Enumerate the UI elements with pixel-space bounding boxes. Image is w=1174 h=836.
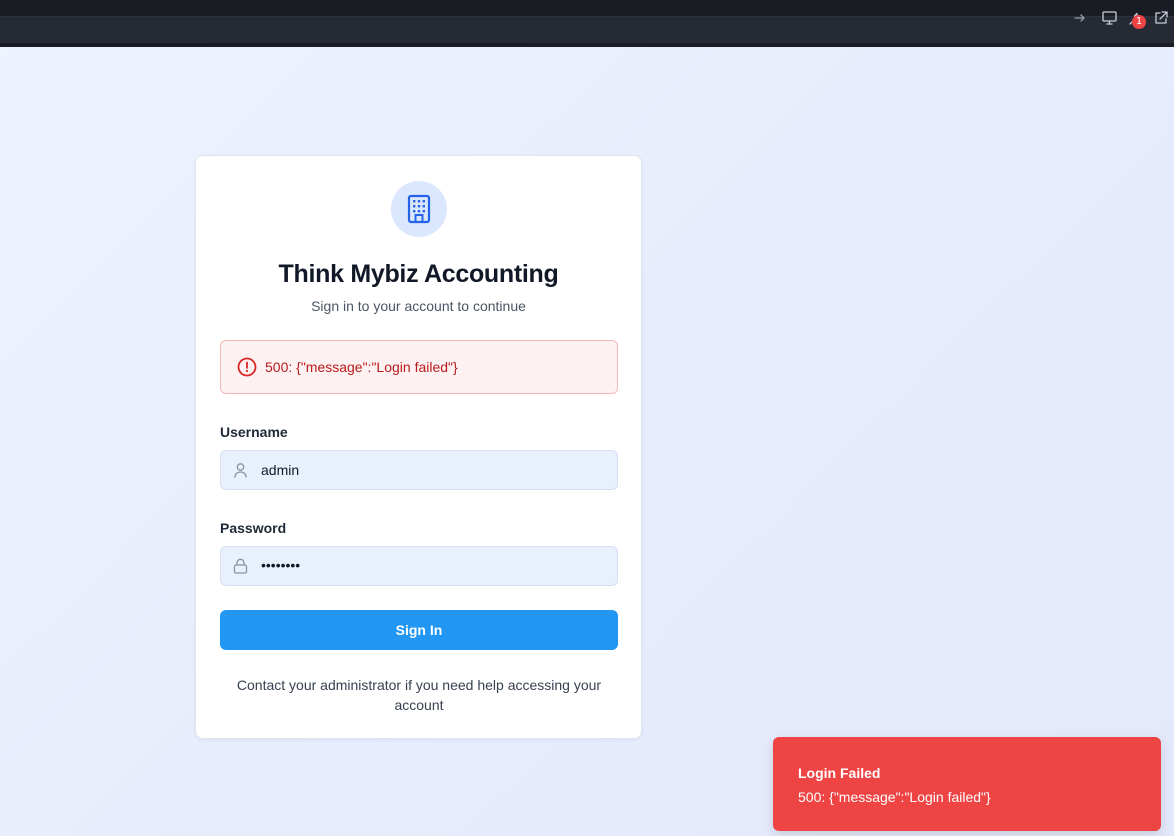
error-message: 500: {"message":"Login failed"}: [265, 359, 458, 375]
password-label: Password: [220, 520, 287, 536]
external-link-icon[interactable]: [1152, 9, 1170, 27]
password-field[interactable]: ••••••••: [220, 546, 618, 586]
toolbar-bar: [0, 16, 1174, 43]
username-value: admin: [261, 462, 300, 478]
user-icon: [233, 462, 248, 483]
toast-message: 500: {"message":"Login failed"}: [798, 789, 991, 805]
help-text: Contact your administrator if you need h…: [236, 677, 602, 713]
app-title: Think Mybiz Accounting: [278, 260, 559, 288]
username-field[interactable]: admin: [220, 450, 618, 490]
username-label: Username: [220, 424, 288, 440]
building-icon: [407, 194, 431, 224]
logo: [391, 181, 447, 237]
arrow-right-icon[interactable]: [1071, 9, 1089, 27]
login-card: Think Mybiz Accounting Sign in to your a…: [195, 155, 642, 739]
devtools-toolbar: [0, 11, 1174, 47]
password-value: ••••••••: [261, 557, 301, 573]
error-toast[interactable]: Login Failed 500: {"message":"Login fail…: [773, 737, 1161, 831]
sign-in-button[interactable]: Sign In: [220, 610, 618, 650]
toast-title: Login Failed: [798, 765, 881, 781]
notification-badge: 1: [1132, 15, 1146, 29]
monitor-icon[interactable]: [1100, 9, 1118, 27]
alert-circle-icon: [237, 357, 257, 382]
browser-top-strip: [0, 0, 1174, 11]
login-subtitle: Sign in to your account to continue: [311, 298, 526, 314]
lock-icon: [233, 558, 248, 579]
error-alert: 500: {"message":"Login failed"}: [220, 340, 618, 394]
